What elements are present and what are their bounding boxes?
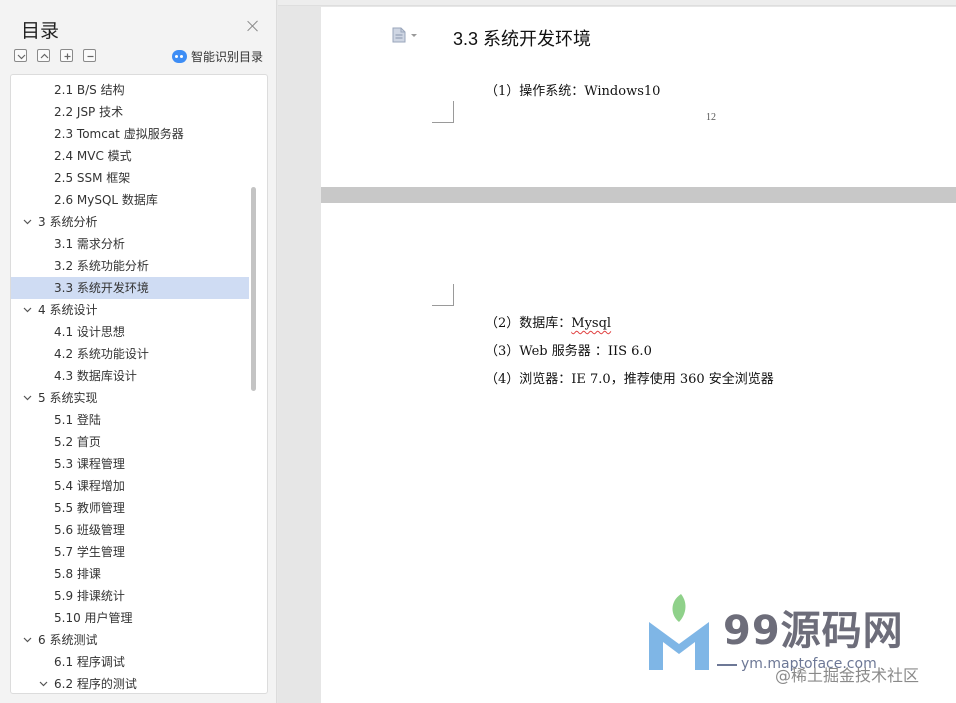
toc-item-label: 4.2 系统功能设计	[54, 347, 149, 361]
toc-toolbar	[14, 49, 96, 62]
toc-item-label: 5.7 学生管理	[54, 545, 125, 559]
toc-item-label: 4 系统设计	[38, 303, 98, 317]
toc-list-panel[interactable]: 2.1 B/S 结构 2.2 JSP 技术 2.3 Tomcat 虚拟服务器 2.4 …	[10, 74, 268, 694]
toc-item-label: 5.3 课程管理	[54, 457, 125, 471]
toc-item[interactable]: 2.5 SSM 框架	[11, 167, 249, 189]
toc-item[interactable]: 3.2 系统功能分析	[11, 255, 249, 277]
expand-down-icon[interactable]	[14, 49, 27, 62]
paragraph-database: （2）数据库：Mysql	[485, 312, 611, 331]
toc-item[interactable]: 2.1 B/S 结构	[11, 79, 249, 101]
toc-item-label: 3 系统分析	[38, 215, 98, 229]
smart-detect-label: 智能识别目录	[191, 50, 264, 64]
toc-item[interactable]: 5.2 首页	[11, 431, 249, 453]
toc-sidebar: 目录 智能识别目录 2.1 B/S 结构 2.2 JSP 技术 2.3 Tomcat…	[0, 0, 277, 703]
chevron-down-icon[interactable]	[23, 393, 32, 402]
toc-title: 目录	[21, 20, 60, 42]
toc-item-label: 5.8 排课	[54, 567, 101, 581]
toc-item-label: 2.2 JSP 技术	[54, 105, 124, 119]
page-separator	[321, 187, 956, 203]
toc-scrollbar[interactable]	[251, 187, 256, 391]
toc-item-label: 3.2 系统功能分析	[54, 259, 149, 273]
chevron-down-icon[interactable]	[23, 305, 32, 314]
paragraph-browser: （4）浏览器：IE 7.0，推荐使用 360 安全浏览器	[485, 372, 774, 387]
paragraph-database-label: （2）数据库：	[485, 316, 572, 331]
page-top-strip	[278, 0, 956, 6]
toc-item-label: 5.2 首页	[54, 435, 101, 449]
toc-item[interactable]: 4 系统设计	[11, 299, 249, 321]
toc-item[interactable]: 3 系统分析	[11, 211, 249, 233]
chevron-down-icon[interactable]	[39, 679, 48, 688]
chevron-down-icon[interactable]	[23, 635, 32, 644]
toc-item-label: 2.6 MySQL 数据库	[54, 193, 158, 207]
toc-item[interactable]: 5.3 课程管理	[11, 453, 249, 475]
toc-item[interactable]: 6.1 程序调试	[11, 651, 249, 673]
collapse-up-icon[interactable]	[37, 49, 50, 62]
toc-item-label: 2.3 Tomcat 虚拟服务器	[54, 127, 184, 141]
toc-item-label: 5.1 登陆	[54, 413, 101, 427]
toc-item-label: 4.1 设计思想	[54, 325, 125, 339]
toc-item-label: 6.1 程序调试	[54, 655, 125, 669]
section-heading: 3.3 系统开发环境	[453, 29, 592, 49]
toc-item[interactable]: 5.8 排课	[11, 563, 249, 585]
chevron-down-icon[interactable]	[23, 217, 32, 226]
toc-item-label: 4.3 数据库设计	[54, 369, 137, 383]
document-icon[interactable]	[392, 27, 406, 43]
toc-item[interactable]: 4.1 设计思想	[11, 321, 249, 343]
page-margin-corner-mark	[432, 284, 454, 306]
toc-item[interactable]: 5.10 用户管理	[11, 607, 249, 629]
toc-item-label: 6.2 程序的测试	[54, 677, 137, 691]
toc-item[interactable]: 3.3 系统开发环境	[11, 277, 249, 299]
toc-item[interactable]: 5 系统实现	[11, 387, 249, 409]
toc-item[interactable]: 2.6 MySQL 数据库	[11, 189, 249, 211]
toc-item-label: 3.1 需求分析	[54, 237, 125, 251]
toc-item-label: 5.9 排课统计	[54, 589, 125, 603]
toc-item-label: 3.3 系统开发环境	[54, 281, 149, 295]
toc-item[interactable]: 5.4 课程增加	[11, 475, 249, 497]
page-margin-corner-mark	[432, 101, 454, 123]
watermark-brand: @稀土掘金技术社区	[775, 666, 920, 685]
paragraph-web-server: （3）Web 服务器 ：IIS 6.0	[485, 344, 652, 359]
paragraph-os: （1）操作系统：Windows10	[485, 84, 661, 99]
toc-item-label: 2.4 MVC 模式	[54, 149, 132, 163]
toc-list: 2.1 B/S 结构 2.2 JSP 技术 2.3 Tomcat 虚拟服务器 2.4 …	[11, 79, 249, 693]
toc-item[interactable]: 5.5 教师管理	[11, 497, 249, 519]
toc-item[interactable]: 2.2 JSP 技术	[11, 101, 249, 123]
toc-item[interactable]: 4.2 系统功能设计	[11, 343, 249, 365]
toc-item[interactable]: 2.4 MVC 模式	[11, 145, 249, 167]
minus-icon[interactable]	[83, 49, 96, 62]
document-menu-chevron-icon[interactable]	[411, 34, 417, 37]
toc-item[interactable]: 5.7 学生管理	[11, 541, 249, 563]
toc-item-label: 2.1 B/S 结构	[54, 83, 125, 97]
toc-item[interactable]: 2.3 Tomcat 虚拟服务器	[11, 123, 249, 145]
close-icon[interactable]	[246, 19, 260, 33]
toc-item[interactable]: 6.2 程序的测试	[11, 673, 249, 693]
spellcheck-word[interactable]: Mysql	[571, 316, 611, 331]
toc-item[interactable]: 6 系统测试	[11, 629, 249, 651]
toc-item-label: 2.5 SSM 框架	[54, 171, 131, 185]
toc-item[interactable]: 5.9 排课统计	[11, 585, 249, 607]
smart-detect-toc-button[interactable]: 智能识别目录	[172, 48, 263, 65]
toc-item-label: 5.6 班级管理	[54, 523, 125, 537]
leaf-logo-icon	[649, 594, 709, 670]
toc-item-label: 5.5 教师管理	[54, 501, 125, 515]
toc-item[interactable]: 4.3 数据库设计	[11, 365, 249, 387]
toc-item[interactable]: 5.6 班级管理	[11, 519, 249, 541]
watermark: 99源码网 ym.maptoface.com @稀土掘金技术社区	[645, 592, 945, 697]
document-page[interactable]: 3.3 系统开发环境 （1）操作系统：Windows10 12	[321, 7, 956, 187]
toc-item-label: 5.4 课程增加	[54, 479, 125, 493]
toc-item[interactable]: 5.1 登陆	[11, 409, 249, 431]
toc-item-label: 5 系统实现	[38, 391, 98, 405]
toc-item-label: 5.10 用户管理	[54, 611, 133, 625]
plus-icon[interactable]	[60, 49, 73, 62]
toc-item-label: 6 系统测试	[38, 633, 98, 647]
page-number: 12	[706, 112, 716, 123]
toc-item[interactable]: 3.1 需求分析	[11, 233, 249, 255]
watermark-dash	[717, 664, 737, 666]
ai-assistant-icon	[172, 50, 187, 63]
watermark-text: 99源码网	[723, 608, 904, 654]
